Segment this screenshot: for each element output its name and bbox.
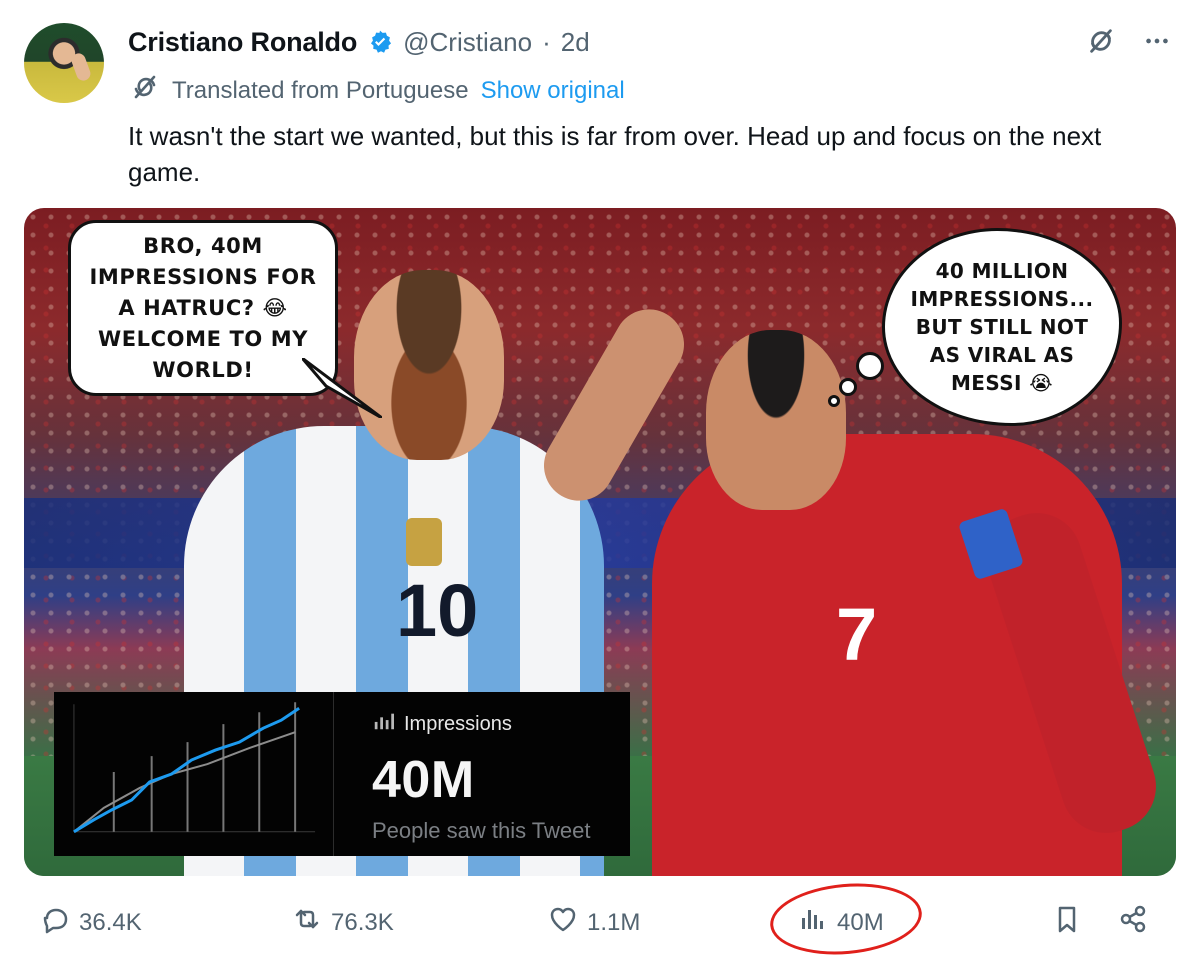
tweet-text: It wasn't the start we wanted, but this … (128, 121, 1102, 187)
impressions-caption: People saw this Tweet (372, 818, 591, 843)
repost-icon (292, 904, 322, 941)
like-icon (548, 904, 578, 941)
ronaldo-head (706, 330, 846, 510)
ronaldo-shirt-number: 7 (836, 593, 878, 676)
share-icon (1118, 904, 1148, 941)
thought-bubble: 40 million impressions... but still not … (882, 228, 1122, 426)
translation-row: Translated from Portuguese Show original (130, 72, 625, 109)
translate-icon (130, 72, 160, 109)
avatar[interactable] (24, 23, 104, 103)
meta-separator: · (542, 26, 551, 57)
bookmark-button[interactable] (1052, 904, 1082, 941)
repost-button[interactable]: 76.3K (292, 904, 394, 941)
post-time[interactable]: 2d (561, 27, 590, 58)
tweet-header: Cristiano Ronaldo @Cristiano · 2d (128, 22, 590, 62)
impressions-card: Impressions 40M People saw this Tweet (54, 692, 630, 856)
speech-bubble-tail (302, 358, 382, 418)
reply-button[interactable]: 36.4K (40, 904, 142, 941)
author-handle[interactable]: @Cristiano (403, 27, 532, 58)
thought-dot-small (828, 395, 840, 407)
impressions-icon (372, 710, 394, 738)
reply-count: 36.4K (79, 908, 142, 936)
tweet-action-bar: 36.4K 76.3K 1.1M 40M (0, 896, 1200, 950)
impressions-mini-chart (73, 692, 334, 856)
tweet-media[interactable]: 10 7 Bro, 40M impressions for a hatruc? … (24, 208, 1176, 876)
translation-label: Translated from Portuguese (172, 76, 469, 104)
tweet-top-actions (1084, 24, 1174, 58)
messi-shirt-number: 10 (396, 569, 479, 652)
bookmark-icon (1052, 904, 1082, 941)
grok-icon[interactable] (1084, 24, 1118, 58)
thought-dot-medium (839, 378, 857, 396)
thought-dot-large (856, 352, 884, 380)
like-count: 1.1M (587, 908, 641, 936)
verified-badge-icon (367, 29, 393, 55)
speech-bubble: Bro, 40M impressions for a hatruc? 😂 wel… (68, 220, 338, 396)
impressions-info: Impressions 40M People saw this Tweet (334, 692, 630, 856)
repost-count: 76.3K (331, 908, 394, 936)
impressions-value: 40M (372, 751, 475, 809)
impressions-title: Impressions (404, 712, 512, 735)
author-name[interactable]: Cristiano Ronaldo (128, 27, 357, 58)
impressions-title-row: Impressions (372, 710, 612, 738)
like-button[interactable]: 1.1M (548, 904, 640, 941)
show-original-link[interactable]: Show original (481, 77, 625, 105)
reply-icon (40, 904, 70, 941)
more-icon[interactable] (1140, 24, 1174, 58)
share-button[interactable] (1118, 904, 1148, 941)
messi-badge (406, 518, 442, 566)
